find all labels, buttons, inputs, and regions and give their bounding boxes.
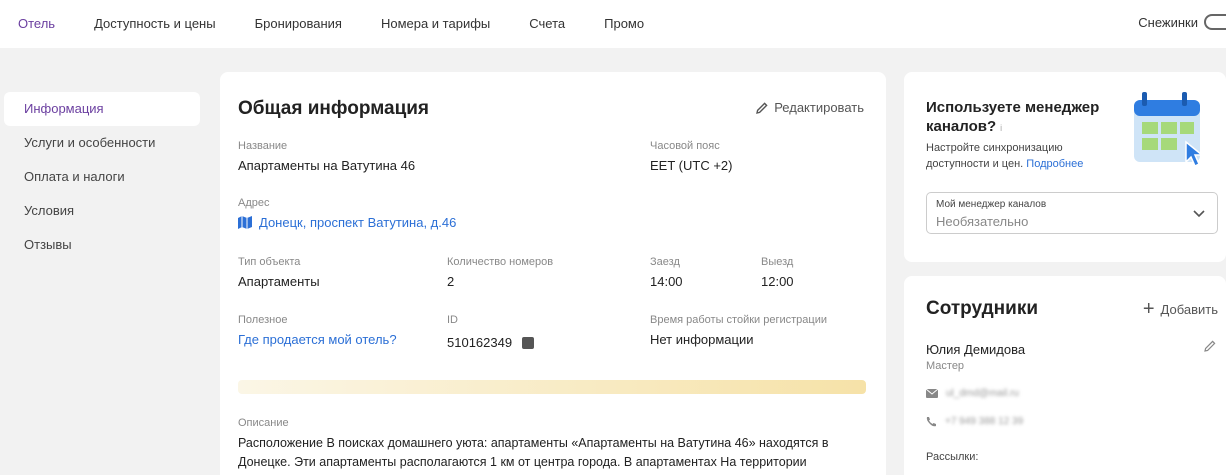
channel-manager-select[interactable]: Мой менеджер каналов Необязательно xyxy=(926,192,1218,234)
nav-promo[interactable]: Промо xyxy=(604,16,644,31)
timezone-value: EET (UTC +2) xyxy=(650,158,733,173)
calendar-illustration xyxy=(1134,92,1205,168)
select-value: Необязательно xyxy=(936,214,1029,229)
address-value: Донецк, проспект Ватутина, д.46 xyxy=(259,215,457,230)
general-info-card: Общая информация Редактировать Название … xyxy=(220,72,886,475)
top-bar: Отель Доступность и цены Бронирования Но… xyxy=(0,0,1226,48)
mail-icon xyxy=(926,389,938,398)
person-email: ul_dmd@mail.ru xyxy=(926,388,1019,399)
useful-label: Полезное xyxy=(238,314,288,326)
staff-card: Сотрудники + Добавить Юлия Демидова Маст… xyxy=(904,276,1226,475)
id-field: ID 510162349 xyxy=(447,314,535,350)
more-link[interactable]: Подробнее xyxy=(1026,158,1083,170)
nav-invoices[interactable]: Счета xyxy=(529,16,565,31)
snowflakes-toggle-group: Снежинки xyxy=(1138,14,1226,30)
top-nav: Отель Доступность и цены Бронирования Но… xyxy=(18,16,683,31)
id-label: ID xyxy=(447,314,458,326)
rooms-field: Количество номеров 2 xyxy=(447,256,553,289)
info-icon[interactable]: i xyxy=(1000,123,1002,133)
sidebar-item-info[interactable]: Информация xyxy=(4,92,200,126)
plus-icon: + xyxy=(1142,298,1155,320)
where-sold-link[interactable]: Где продается мой отель? xyxy=(238,332,397,347)
rooms-value: 2 xyxy=(447,274,455,289)
phone-value: +7 949 388 12 39 xyxy=(945,416,1024,427)
snowflakes-toggle[interactable] xyxy=(1204,14,1226,30)
nav-availability[interactable]: Доступность и цены xyxy=(94,16,216,31)
desk-hours-field: Время работы стойки регистрации Нет инфо… xyxy=(650,314,827,347)
sidebar-item-payment[interactable]: Оплата и налоги xyxy=(4,160,200,194)
sidebar: Информация Услуги и особенности Оплата и… xyxy=(4,92,200,262)
checkout-value: 12:00 xyxy=(761,274,794,289)
timezone-field: Часовой пояс EET (UTC +2) xyxy=(650,140,732,173)
channel-manager-title-text: Используете менеджер каналов? xyxy=(926,99,1100,135)
pencil-icon xyxy=(756,101,768,114)
nav-bookings[interactable]: Бронирования xyxy=(255,16,342,31)
checkout-field: Выезд 12:00 xyxy=(761,256,794,289)
add-label: Добавить xyxy=(1160,302,1218,317)
useful-field: Полезное Где продается мой отель? xyxy=(238,314,397,347)
edit-button[interactable]: Редактировать xyxy=(756,100,864,115)
checkin-field: Заезд 14:00 xyxy=(650,256,683,289)
staff-title: Сотрудники xyxy=(926,298,1039,319)
nav-rooms-rates[interactable]: Номера и тарифы xyxy=(381,16,490,31)
checkin-label: Заезд xyxy=(650,256,680,268)
type-value: Апартаменты xyxy=(238,274,320,289)
add-staff-button[interactable]: + Добавить xyxy=(1142,298,1218,320)
subscriptions-label: Рассылки: xyxy=(926,451,979,463)
address-field: Адрес Донецк, проспект Ватутина, д.46 xyxy=(238,197,456,230)
copy-icon[interactable] xyxy=(522,337,535,349)
desk-hours-value: Нет информации xyxy=(650,332,754,347)
rooms-label: Количество номеров xyxy=(447,256,554,268)
address-link[interactable]: Донецк, проспект Ватутина, д.46 xyxy=(238,215,456,230)
checkout-label: Выезд xyxy=(761,256,794,268)
type-field: Тип объекта Апартаменты xyxy=(238,256,320,289)
select-label: Мой менеджер каналов xyxy=(936,199,1047,210)
channel-manager-subtitle: Настройте синхронизацию доступности и це… xyxy=(926,140,1126,172)
type-label: Тип объекта xyxy=(238,256,301,268)
checkin-value: 14:00 xyxy=(650,274,683,289)
page-title: Общая информация xyxy=(238,98,430,119)
promo-banner-strip xyxy=(238,380,866,394)
id-row: 510162349 xyxy=(447,335,535,350)
channel-manager-title: Используете менеджер каналов? i xyxy=(926,98,1136,138)
snowflakes-label: Снежинки xyxy=(1138,14,1198,30)
description-label: Описание xyxy=(238,417,289,429)
name-field: Название Апартаменты на Ватутина 46 xyxy=(238,140,415,173)
channel-manager-card: Используете менеджер каналов? i Настройте… xyxy=(904,72,1226,262)
nav-hotel[interactable]: Отель xyxy=(18,16,55,31)
phone-icon xyxy=(926,417,936,427)
timezone-label: Часовой пояс xyxy=(650,140,720,152)
person-name: Юлия Демидова xyxy=(926,342,1026,357)
email-value: ul_dmd@mail.ru xyxy=(946,388,1019,399)
sidebar-item-services[interactable]: Услуги и особенности xyxy=(4,126,200,160)
edit-label: Редактировать xyxy=(774,100,864,115)
sidebar-item-conditions[interactable]: Условия xyxy=(4,194,200,228)
name-value: Апартаменты на Ватутина 46 xyxy=(238,158,416,173)
description-text: Расположение В поисках домашнего уюта: а… xyxy=(238,436,829,469)
desk-hours-label: Время работы стойки регистрации xyxy=(650,314,828,326)
name-label: Название xyxy=(238,140,288,152)
sidebar-item-reviews[interactable]: Отзывы xyxy=(4,228,200,262)
id-value: 510162349 xyxy=(447,335,513,350)
map-icon xyxy=(238,216,252,229)
address-label: Адрес xyxy=(238,197,270,209)
person-role: Мастер xyxy=(926,360,965,372)
person-phone: +7 949 388 12 39 xyxy=(926,416,1023,427)
chevron-down-icon xyxy=(1193,210,1205,218)
pencil-icon[interactable] xyxy=(1204,340,1216,352)
